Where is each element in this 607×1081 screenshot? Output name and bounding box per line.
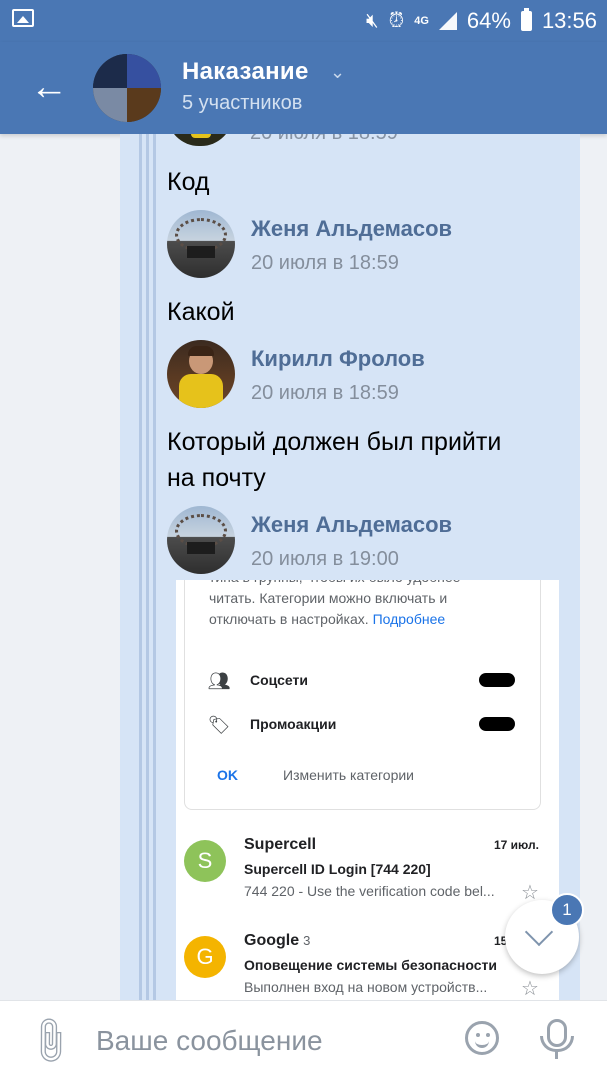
- email-subject: Оповещение системы безопасности: [244, 957, 497, 973]
- card-description: типа в группы, чтобы их было удобнее чит…: [209, 580, 460, 627]
- message-time: 20 июля в 18:59: [251, 252, 399, 274]
- author-name[interactable]: Женя Альдемасов: [251, 216, 452, 242]
- network-type: 4G: [414, 15, 429, 27]
- image-notification-icon: [12, 9, 34, 27]
- battery-icon: [520, 8, 532, 31]
- author-name[interactable]: Женя Альдемасов: [251, 512, 452, 538]
- mute-icon: 🔇︎: [365, 9, 379, 32]
- unread-badge: 1: [550, 893, 584, 927]
- email-item: G Google 3 15 Оповещение системы безопасн…: [176, 928, 559, 1000]
- ok-label: OK: [217, 767, 238, 783]
- message-text: Код: [167, 168, 210, 196]
- email-date: 17 июл.: [494, 838, 539, 852]
- toggle: [479, 717, 515, 731]
- signal-icon: [438, 12, 457, 30]
- email-sender: Google 3: [244, 932, 311, 949]
- message-text: Какой: [167, 298, 235, 326]
- email-sender: Supercell: [244, 836, 317, 853]
- message-composer: 📎︎ Ваше сообщение: [0, 1000, 607, 1081]
- category-row: 👥︎ Соцсети: [207, 669, 527, 693]
- category-row: 🏷︎ Промоакции: [207, 713, 527, 737]
- alarm-icon: ⏰︎: [388, 9, 405, 32]
- message-input[interactable]: Ваше сообщение: [96, 1025, 323, 1057]
- chat-avatar[interactable]: [93, 54, 161, 122]
- microphone-icon-base: [540, 1036, 574, 1052]
- forward-line: [139, 134, 142, 1000]
- clock: 13:56: [541, 8, 597, 33]
- avatar: S: [184, 840, 226, 882]
- message-list[interactable]: 20 июля в 18:59 Код Женя Альдемасов 20 и…: [120, 134, 580, 1000]
- tag-icon: 🏷︎: [207, 715, 231, 735]
- back-arrow-icon[interactable]: ←: [30, 68, 68, 106]
- avatar[interactable]: [167, 506, 235, 574]
- avatar[interactable]: [167, 340, 235, 408]
- avatar[interactable]: [167, 210, 235, 278]
- message-time: 20 июля в 18:59: [250, 134, 398, 145]
- microphone-icon-stem: [555, 1051, 558, 1059]
- chat-title[interactable]: Наказание: [182, 58, 309, 86]
- email-preview: 744 220 - Use the verification code bel.…: [244, 883, 495, 899]
- battery-percent: 64%: [466, 8, 511, 33]
- attached-screenshot[interactable]: типа в группы, чтобы их было удобнее чит…: [176, 580, 559, 1000]
- avatar: [167, 134, 233, 146]
- email-preview: Выполнен вход на новом устройств...: [244, 979, 488, 995]
- change-categories-label: Изменить категории: [283, 767, 415, 783]
- email-subject: Supercell ID Login [744 220]: [244, 861, 431, 877]
- chat-header: ← Наказание ⌄ 5 участников: [0, 42, 607, 134]
- chevron-down-icon[interactable]: ⌄: [330, 62, 345, 83]
- toggle: [479, 673, 515, 687]
- email-item: S Supercell 17 июл. Supercell ID Login […: [176, 832, 559, 922]
- more-link: Подробнее: [372, 611, 446, 627]
- people-icon: 👥︎: [207, 671, 231, 691]
- chevron-down-icon: [524, 917, 554, 947]
- author-name[interactable]: Кирилл Фролов: [251, 346, 425, 372]
- message-text: на почту: [167, 464, 266, 492]
- message-time: 20 июля в 18:59: [251, 382, 399, 404]
- message-text: Который должен был прийти: [167, 428, 502, 456]
- emoji-icon[interactable]: [465, 1021, 499, 1055]
- forward-line: [146, 134, 149, 1000]
- gmail-categories-card: типа в группы, чтобы их было удобнее чит…: [184, 580, 541, 810]
- forward-line: [153, 134, 156, 1000]
- status-bar: 🔇︎ ⏰︎ 4G 64% 13:56: [0, 0, 607, 42]
- avatar: G: [184, 936, 226, 978]
- paperclip-icon[interactable]: 📎︎: [20, 1012, 79, 1071]
- star-icon: ☆: [521, 978, 539, 1000]
- message-time: 20 июля в 19:00: [251, 548, 399, 570]
- participants-count[interactable]: 5 участников: [182, 92, 302, 115]
